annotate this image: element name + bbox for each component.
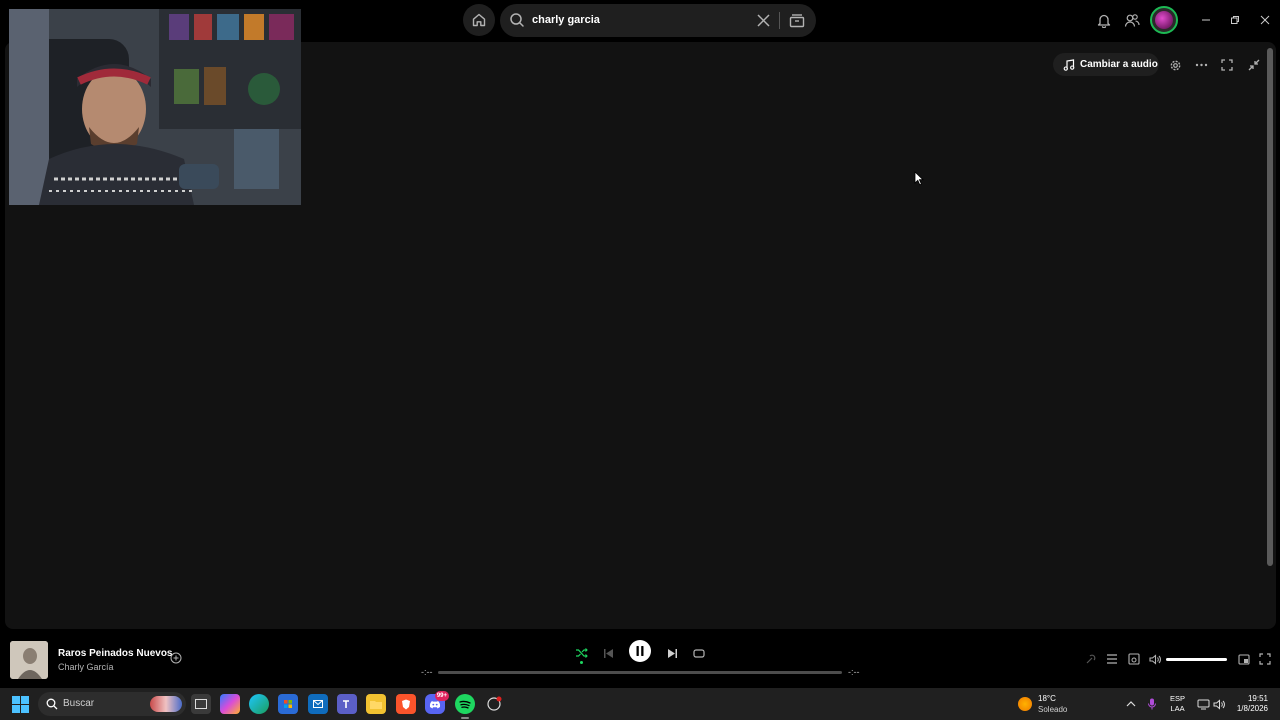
avatar-image xyxy=(1155,11,1173,29)
fullscreen-icon[interactable] xyxy=(1220,58,1234,72)
repeat-icon xyxy=(693,648,705,658)
gear-icon[interactable] xyxy=(1168,58,1182,72)
search-icon xyxy=(510,13,524,27)
close-icon[interactable] xyxy=(756,13,771,28)
language-code: ESP xyxy=(1170,694,1186,703)
discord-notification-badge: 99+ xyxy=(434,691,449,701)
fullscreen-player-icon[interactable] xyxy=(1258,652,1272,666)
avatar[interactable] xyxy=(1150,6,1178,34)
shuffle-button[interactable] xyxy=(571,643,591,663)
scrollbar[interactable] xyxy=(1267,48,1273,566)
spotify-icon[interactable] xyxy=(455,694,475,719)
taskbar: Buscar 99+ 18°C Soleado ESP LAA 19:51 1/… xyxy=(0,688,1280,720)
app-icon[interactable] xyxy=(484,694,504,714)
switch-to-audio-label: Cambiar a audio xyxy=(1080,59,1158,70)
chevron-up-icon[interactable] xyxy=(1124,697,1138,711)
spotify-window: charly garcia Cambiar a audio Raros Pein… xyxy=(0,0,1280,688)
home-button[interactable] xyxy=(463,4,495,36)
mini-player-icon[interactable] xyxy=(1237,652,1251,666)
task-view-icon[interactable] xyxy=(191,694,211,714)
edge-browser-icon[interactable] xyxy=(249,694,269,714)
language-indicator[interactable]: ESP LAA xyxy=(1170,694,1185,714)
add-to-library-icon[interactable] xyxy=(170,652,182,664)
file-explorer-icon[interactable] xyxy=(366,694,386,714)
queue-icon[interactable] xyxy=(1105,652,1119,666)
speaker-icon[interactable] xyxy=(1212,697,1226,711)
search-highlight-image xyxy=(150,696,182,712)
minimize-icon xyxy=(1202,19,1210,21)
weather-temperature: 18°C xyxy=(1038,694,1056,703)
network-icon[interactable] xyxy=(1196,697,1210,711)
window-close-button[interactable] xyxy=(1258,13,1272,27)
search-input[interactable]: charly garcia xyxy=(532,4,600,37)
sun-icon xyxy=(1018,697,1032,711)
track-artist[interactable]: Charly García xyxy=(58,662,114,672)
progress-bar[interactable] xyxy=(438,671,842,674)
next-icon xyxy=(667,648,677,658)
pause-button[interactable] xyxy=(629,640,651,662)
volume-slider[interactable] xyxy=(1166,658,1227,661)
minimize-button[interactable] xyxy=(1199,13,1213,27)
teams-icon[interactable] xyxy=(337,694,357,714)
clock-date: 1/8/2026 xyxy=(1236,704,1268,713)
search-icon xyxy=(46,698,58,710)
windows-start-icon[interactable] xyxy=(12,696,29,713)
clock-time: 19:51 xyxy=(1247,694,1268,703)
outlook-icon[interactable] xyxy=(308,694,328,714)
microphone-icon[interactable] xyxy=(1145,697,1159,711)
keyboard-layout: LAA xyxy=(1170,704,1185,713)
browse-icon[interactable] xyxy=(789,13,805,28)
webcam-overlay xyxy=(9,9,301,205)
restore-icon xyxy=(1231,16,1239,24)
previous-button[interactable] xyxy=(598,643,618,663)
restore-button[interactable] xyxy=(1228,13,1242,27)
music-note-icon xyxy=(1063,58,1075,71)
album-cover-image xyxy=(10,641,48,679)
pause-icon xyxy=(636,646,644,656)
shuffle-active-indicator xyxy=(580,661,583,664)
system-clock[interactable]: 19:51 1/8/2026 xyxy=(1230,694,1268,714)
bell-icon[interactable] xyxy=(1097,13,1111,28)
shuffle-icon xyxy=(575,648,588,658)
discord-icon[interactable]: 99+ xyxy=(425,691,449,714)
switch-to-audio-button[interactable]: Cambiar a audio xyxy=(1053,53,1159,76)
more-options-icon[interactable] xyxy=(1194,58,1208,72)
weather-condition: Soleado xyxy=(1038,705,1068,714)
previous-icon xyxy=(603,648,613,658)
total-time: -:-- xyxy=(848,667,860,677)
taskbar-search-label: Buscar xyxy=(63,698,95,709)
window-close-icon xyxy=(1260,15,1270,25)
webcam-image xyxy=(9,9,301,205)
album-cover[interactable] xyxy=(10,641,48,679)
friends-icon[interactable] xyxy=(1124,13,1140,28)
brave-browser-icon[interactable] xyxy=(396,694,416,714)
track-title[interactable]: Raros Peinados Nuevos xyxy=(58,648,172,659)
elapsed-time: -:-- xyxy=(421,667,433,677)
taskbar-search[interactable]: Buscar xyxy=(38,692,186,716)
microphone-lyrics-icon[interactable] xyxy=(1084,652,1098,666)
mouse-cursor-icon xyxy=(914,171,924,186)
volume-level xyxy=(1166,658,1227,661)
connect-device-icon[interactable] xyxy=(1127,652,1141,666)
microsoft-store-icon[interactable] xyxy=(278,694,298,714)
next-button[interactable] xyxy=(662,643,682,663)
collapse-icon[interactable] xyxy=(1247,58,1261,72)
search-bar[interactable]: charly garcia xyxy=(500,4,816,37)
volume-icon[interactable] xyxy=(1148,652,1162,666)
repeat-button[interactable] xyxy=(689,643,709,663)
search-divider xyxy=(779,12,780,29)
home-icon xyxy=(472,13,486,27)
copilot-icon[interactable] xyxy=(220,694,240,714)
player-bar: Raros Peinados Nuevos Charly García -:--… xyxy=(0,633,1280,688)
